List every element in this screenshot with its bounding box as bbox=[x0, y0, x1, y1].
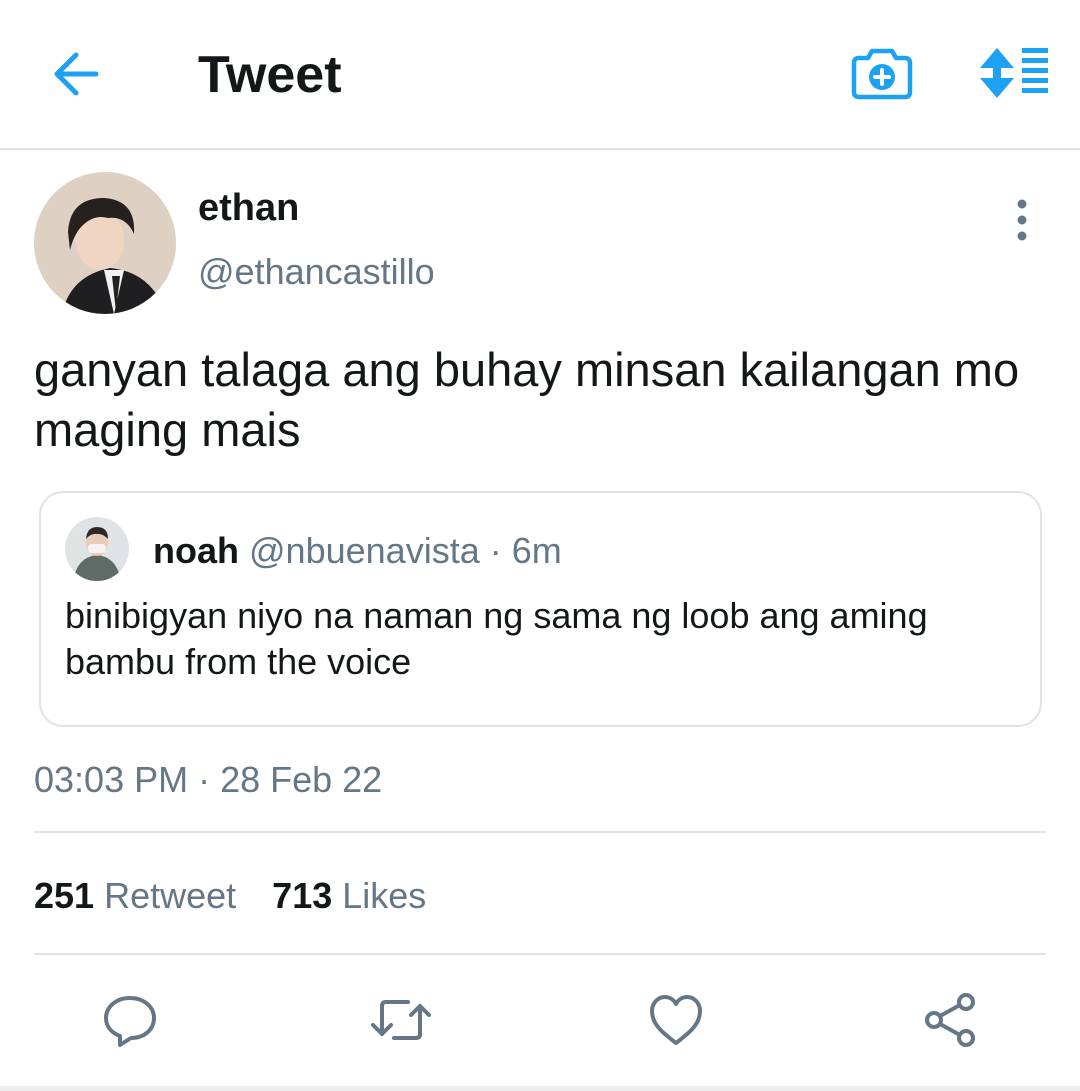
more-vertical-icon bbox=[1017, 199, 1027, 241]
reply-icon bbox=[104, 996, 156, 1047]
divider bbox=[34, 953, 1046, 955]
tweet-timestamp: 03:03 PM · 28 Feb 22 bbox=[34, 759, 383, 800]
author-avatar[interactable] bbox=[34, 172, 176, 314]
sort-button[interactable] bbox=[976, 42, 1050, 104]
reply-button[interactable] bbox=[100, 990, 160, 1050]
tweet-text: ganyan talaga ang buhay minsan kailangan… bbox=[34, 343, 1020, 456]
quoted-tweet-header: noah @nbuenavista · 6m bbox=[153, 529, 562, 573]
tweet-stats: 251 Retweet 713 Likes bbox=[34, 874, 426, 918]
share-button[interactable] bbox=[920, 990, 980, 1050]
likes-stat[interactable]: 713 Likes bbox=[272, 875, 426, 916]
page-title: Tweet bbox=[198, 46, 342, 104]
sort-list-icon bbox=[980, 48, 1048, 98]
camera-button[interactable] bbox=[850, 42, 914, 104]
quoted-tweet-time: · 6m bbox=[489, 530, 562, 571]
bottom-divider bbox=[0, 1086, 1080, 1091]
like-heart-icon bbox=[650, 995, 702, 1045]
divider bbox=[34, 831, 1046, 833]
retweet-button[interactable] bbox=[370, 990, 431, 1050]
quoted-tweet-card[interactable]: noah @nbuenavista · 6m binibigyan niyo n… bbox=[39, 491, 1042, 727]
quoted-author-avatar bbox=[65, 517, 129, 581]
retweets-count: 251 bbox=[34, 875, 95, 916]
quoted-tweet-text: binibigyan niyo na naman ng sama ng loob… bbox=[65, 595, 928, 682]
quoted-author-handle: @nbuenavista bbox=[249, 530, 480, 571]
back-button[interactable] bbox=[44, 44, 110, 104]
author-name[interactable]: ethan bbox=[198, 186, 299, 230]
arrow-left-icon bbox=[54, 52, 99, 96]
likes-label: Likes bbox=[342, 875, 427, 916]
retweet-icon bbox=[371, 1000, 431, 1040]
author-handle[interactable]: @ethancastillo bbox=[198, 250, 435, 294]
retweets-stat[interactable]: 251 Retweet bbox=[34, 875, 236, 916]
camera-plus-icon bbox=[851, 48, 913, 100]
retweets-label: Retweet bbox=[104, 875, 237, 916]
more-options-button[interactable] bbox=[1004, 196, 1040, 244]
like-button[interactable] bbox=[646, 990, 706, 1050]
share-icon bbox=[925, 993, 975, 1047]
app-header: Tweet bbox=[0, 0, 1080, 150]
likes-count: 713 bbox=[272, 875, 333, 916]
quoted-author-name: noah bbox=[153, 530, 239, 571]
